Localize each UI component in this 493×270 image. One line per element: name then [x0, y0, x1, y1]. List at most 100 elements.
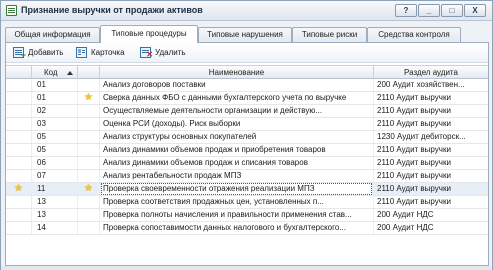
- table-row[interactable]: 05 Анализ динамики объемов продаж и приоб…: [6, 144, 488, 157]
- add-button[interactable]: Добавить: [13, 47, 71, 61]
- cell-code: 13: [32, 196, 78, 208]
- delete-button-label: Удалить: [155, 48, 186, 57]
- cell-code: 11: [32, 183, 78, 195]
- header-code-label: Код: [44, 68, 58, 77]
- cell-section: 200 Аудит НДС: [377, 223, 434, 232]
- tab-typical-risks[interactable]: Типовые риски: [292, 27, 367, 42]
- header-section[interactable]: Раздел аудита: [374, 66, 488, 79]
- close-button[interactable]: X: [464, 4, 486, 17]
- table-row[interactable]: 01 ★ Сверка данных ФБО с данными бухгалтер…: [6, 92, 488, 105]
- sort-ascending-icon: [67, 71, 73, 75]
- table-row[interactable]: 03 Оценка РСИ (доходы). Риск выборки 2110 …: [6, 118, 488, 131]
- row-indicator[interactable]: [6, 196, 32, 208]
- cell-name: Сверка данных ФБО с данными бухгалтерско…: [100, 92, 374, 104]
- dialog-window: Признание выручки от продажи активов ? _…: [0, 0, 493, 270]
- cell-code: 05: [32, 144, 78, 156]
- app-document-icon: [6, 5, 17, 16]
- table-row[interactable]: 07 Анализ рентабельности продаж МПЗ 2110 А…: [6, 170, 488, 183]
- status-bar: [1, 266, 492, 270]
- row-indicator[interactable]: [6, 131, 32, 143]
- table-row[interactable]: 01 Анализ договоров поставки 200 Аудит хоз…: [6, 79, 488, 92]
- toolbar: Добавить Карточка Удалить: [6, 43, 488, 63]
- cell-favorite[interactable]: [78, 209, 100, 221]
- cell-section: 200 Аудит НДС: [377, 210, 434, 219]
- cell-name: Анализ динамики объемов продаж и списани…: [100, 157, 374, 169]
- current-row-star-icon: ★: [14, 183, 23, 194]
- cell-name: Осуществляемые деятельности организации …: [100, 105, 374, 117]
- cell-favorite[interactable]: [78, 222, 100, 234]
- cell-section: 200 Аудит хозяйствен...: [377, 80, 465, 89]
- cell-name[interactable]: Проверка своевременности отражения реали…: [100, 183, 374, 195]
- row-indicator[interactable]: [6, 79, 32, 91]
- header-code[interactable]: Код: [32, 66, 78, 79]
- row-indicator[interactable]: [6, 92, 32, 104]
- cell-favorite[interactable]: [78, 118, 100, 130]
- cell-code: 05: [32, 131, 78, 143]
- row-indicator[interactable]: [6, 209, 32, 221]
- card-button-label: Карточка: [91, 48, 125, 57]
- minimize-button[interactable]: _: [418, 4, 440, 17]
- cell-name-text: Анализ договоров поставки: [103, 80, 206, 89]
- cell-name-text: Сверка данных ФБО с данными бухгалтерско…: [103, 93, 347, 102]
- add-button-label: Добавить: [28, 48, 64, 57]
- cell-code: 01: [32, 92, 78, 104]
- table-row[interactable]: 13 Проверка полноты начисления и правильн…: [6, 209, 488, 222]
- table-row[interactable]: 14 Проверка сопоставимости данных налогов…: [6, 222, 488, 235]
- cell-favorite[interactable]: [78, 131, 100, 143]
- maximize-button[interactable]: □: [441, 4, 463, 17]
- cell-favorite[interactable]: ★: [78, 183, 100, 195]
- cell-section: 2110 Аудит выручки: [377, 171, 451, 180]
- header-favorite[interactable]: [78, 66, 100, 79]
- tab-typical-procedures[interactable]: Типовые процедуры: [100, 25, 198, 43]
- cell-code: 02: [32, 105, 78, 117]
- cell-name: Анализ структуры основных покупателей: [100, 131, 374, 143]
- tab-control-means[interactable]: Средства контроля: [367, 27, 461, 42]
- table-row[interactable]: 13 Проверка соответствия продажных цен, у…: [6, 196, 488, 209]
- cell-section: 2110 Аудит выручки: [377, 158, 451, 167]
- row-indicator[interactable]: [6, 170, 32, 182]
- table-row[interactable]: 05 Анализ структуры основных покупателей 1…: [6, 131, 488, 144]
- cell-section: 2110 Аудит выручки: [377, 197, 451, 206]
- card-button[interactable]: Карточка: [76, 47, 136, 59]
- tab-general-info[interactable]: Общая информация: [5, 27, 100, 42]
- tab-typical-violations[interactable]: Типовые нарушения: [198, 27, 292, 42]
- cell-favorite[interactable]: [78, 170, 100, 182]
- cell-name-text: Проверка соответствия продажных цен, уст…: [103, 197, 324, 206]
- card-icon: [76, 47, 87, 58]
- title-bar[interactable]: Признание выручки от продажи активов ? _…: [1, 1, 492, 21]
- table-row[interactable]: 02 Осуществляемые деятельности организаци…: [6, 105, 488, 118]
- procedures-table[interactable]: Код Наименование Раздел аудита 01 Анализ …: [6, 65, 488, 265]
- cell-code: 07: [32, 170, 78, 182]
- cell-code: 14: [32, 222, 78, 234]
- table-row[interactable]: ★ 11 ★ Проверка своевременности отражения р…: [6, 183, 488, 196]
- favorite-star-icon: ★: [84, 183, 93, 194]
- row-indicator[interactable]: [6, 157, 32, 169]
- row-indicator[interactable]: [6, 118, 32, 130]
- row-indicator[interactable]: [6, 222, 32, 234]
- cell-section: 2110 Аудит выручки: [377, 145, 451, 154]
- cell-favorite[interactable]: [78, 144, 100, 156]
- table-row[interactable]: 06 Анализ динамики объемов продаж и списа…: [6, 157, 488, 170]
- add-list-icon: [13, 47, 26, 61]
- tab-strip: Общая информация Типовые процедуры Типов…: [5, 25, 489, 43]
- header-name[interactable]: Наименование: [100, 66, 374, 79]
- table-header: Код Наименование Раздел аудита: [6, 65, 488, 79]
- row-indicator[interactable]: [6, 105, 32, 117]
- cell-name: Анализ договоров поставки: [100, 79, 374, 91]
- cell-favorite[interactable]: ★: [78, 92, 100, 104]
- cell-name-text: Оценка РСИ (доходы). Риск выборки: [103, 119, 241, 128]
- header-indicator[interactable]: [6, 66, 32, 79]
- cell-section: 2110 Аудит выручки: [377, 93, 451, 102]
- cell-favorite[interactable]: [78, 105, 100, 117]
- row-indicator[interactable]: [6, 144, 32, 156]
- cell-name-text: Проверка своевременности отражения реали…: [103, 184, 315, 193]
- cell-name-text: Проверка полноты начисления и правильнос…: [103, 210, 352, 219]
- cell-name-text: Анализ структуры основных покупателей: [103, 132, 257, 141]
- cell-favorite[interactable]: [78, 157, 100, 169]
- cell-name-text: Анализ рентабельности продаж МПЗ: [103, 171, 242, 180]
- cell-favorite[interactable]: [78, 196, 100, 208]
- delete-button[interactable]: Удалить: [140, 47, 196, 61]
- row-indicator[interactable]: ★: [6, 183, 32, 195]
- help-button[interactable]: ?: [395, 4, 417, 17]
- cell-favorite[interactable]: [78, 79, 100, 91]
